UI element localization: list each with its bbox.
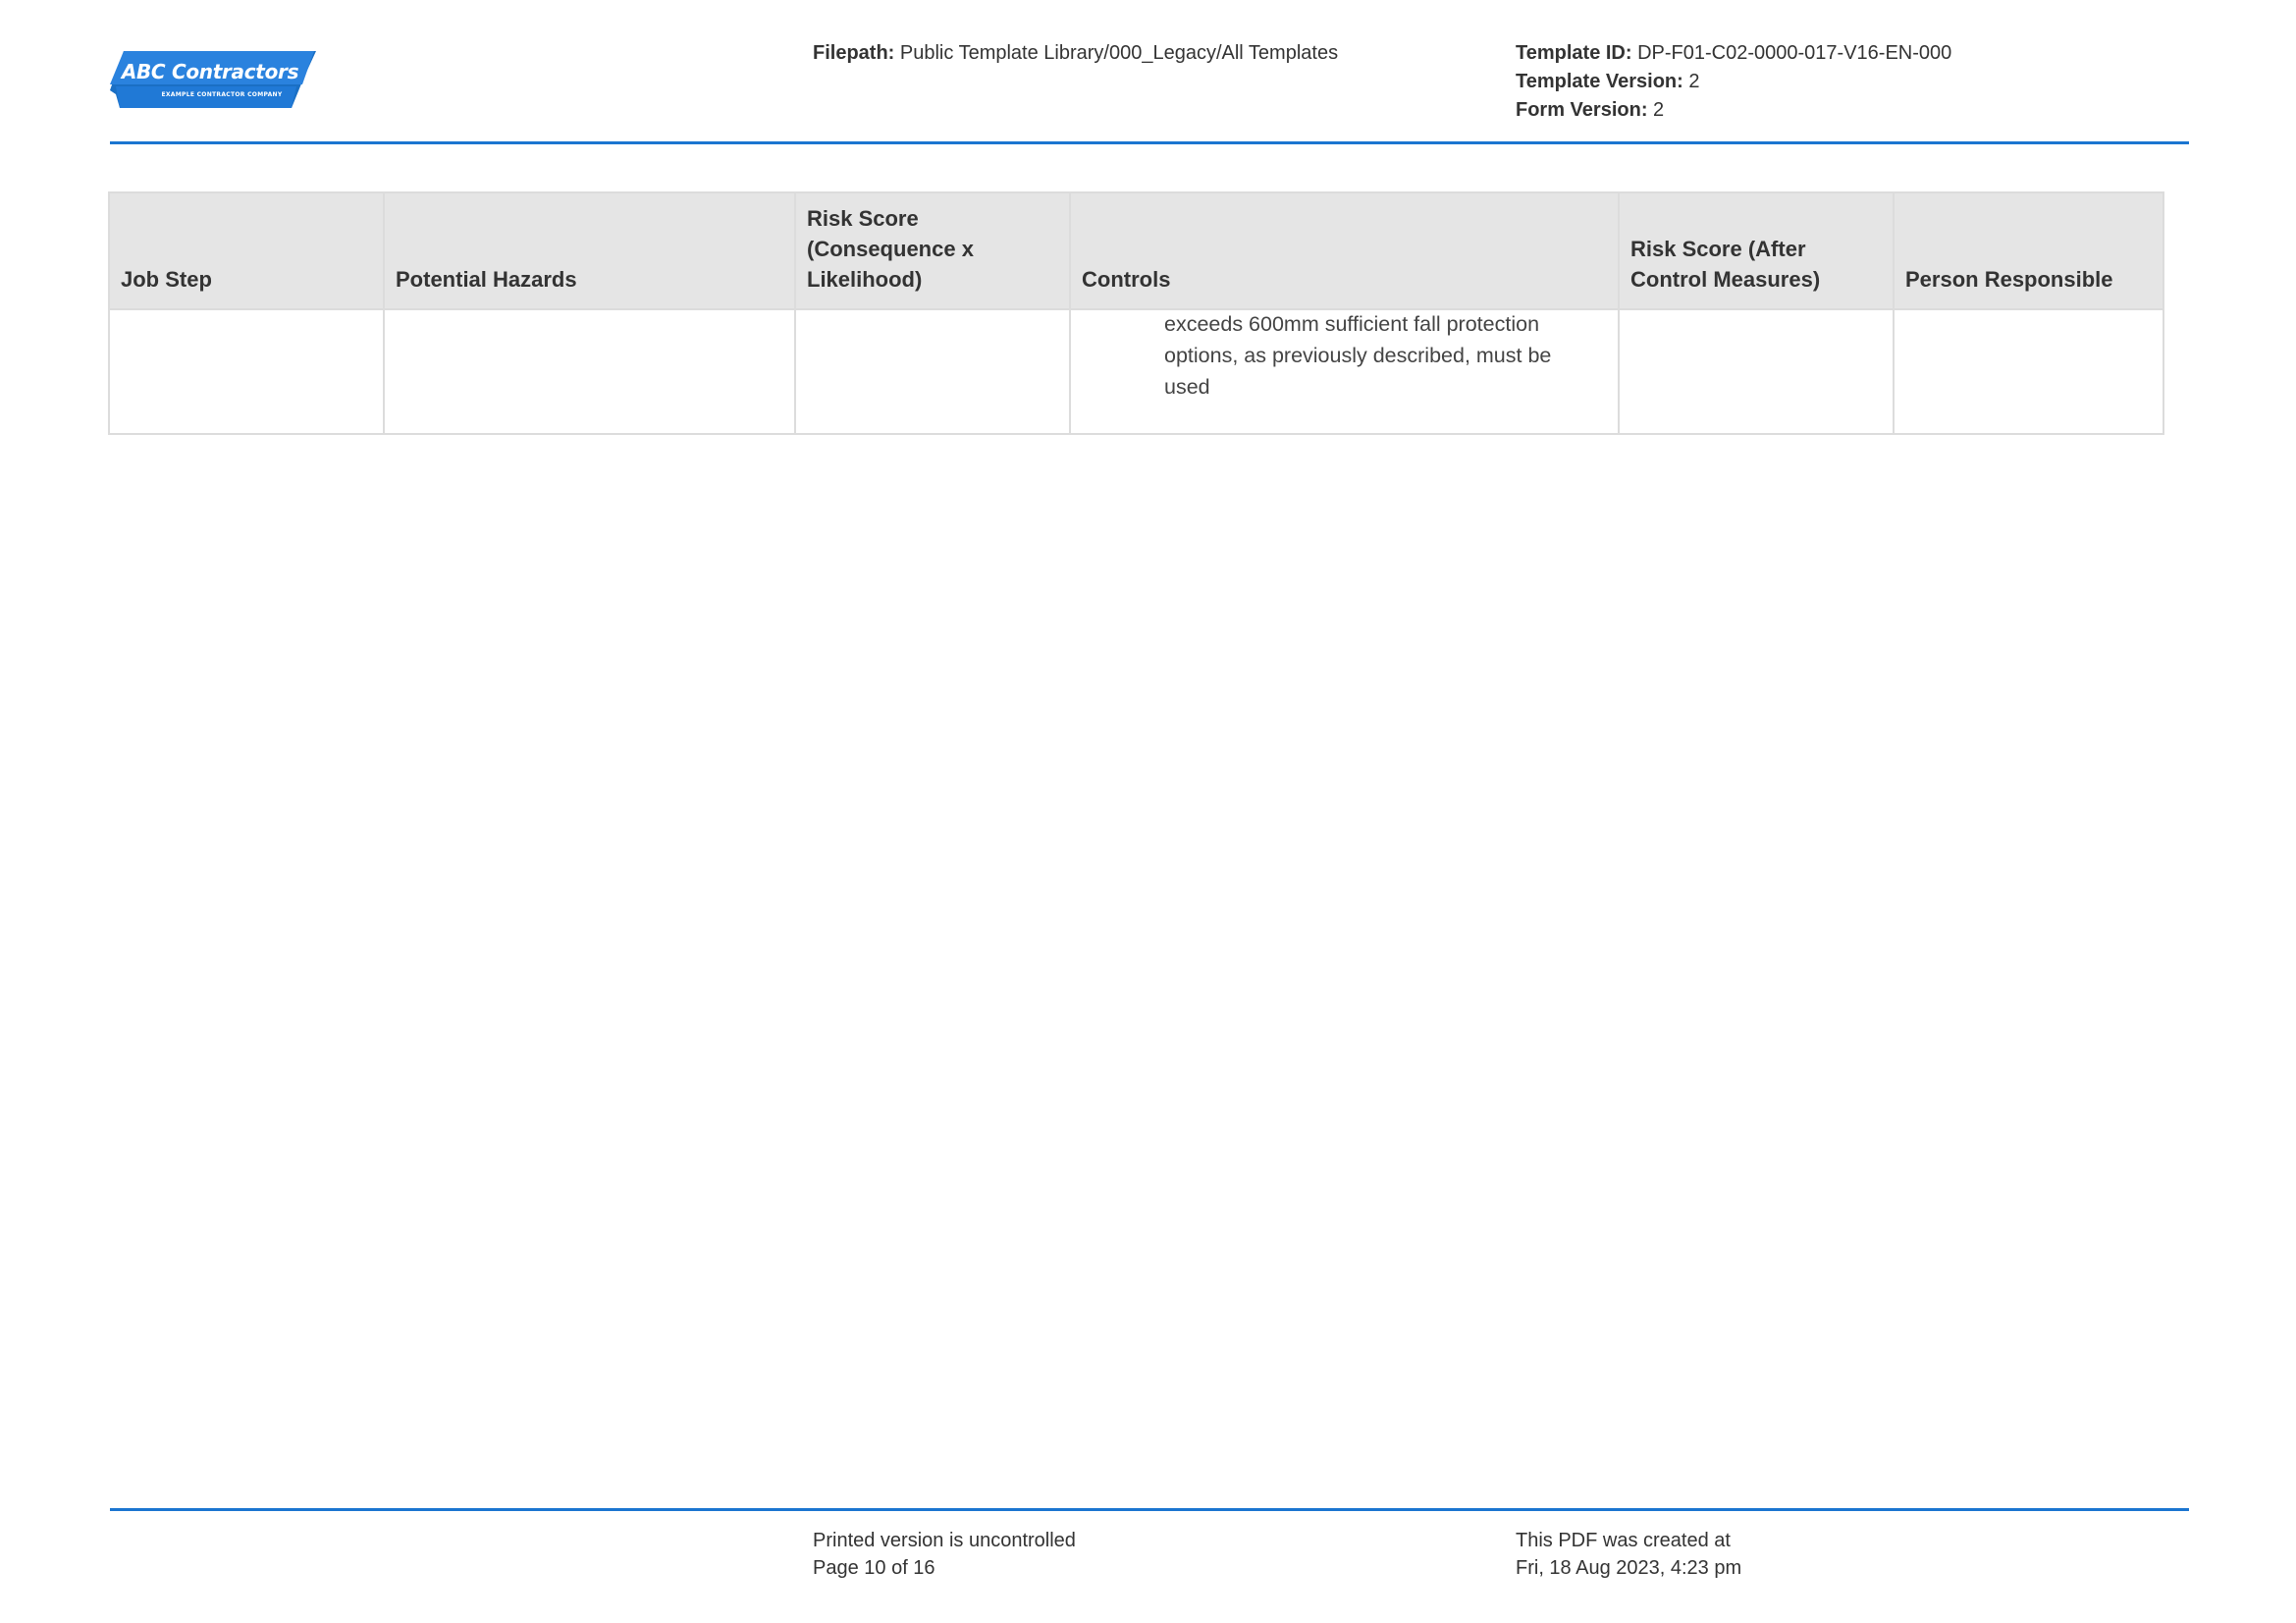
column-header-job-step: Job Step: [108, 191, 385, 310]
column-header-person-responsible: Person Responsible: [1893, 191, 2164, 310]
table-row: exceeds 600mm sufficient fall protection…: [108, 308, 2164, 435]
risk-assessment-table: Job Step Potential Hazards Risk Score (C…: [108, 191, 2164, 435]
column-header-risk-score-after: Risk Score (After Control Measures): [1618, 191, 1895, 310]
created-date: Fri, 18 Aug 2023, 4:23 pm: [1516, 1557, 1742, 1579]
cell-risk-score-after: [1618, 308, 1895, 435]
template-version-label: Template Version:: [1516, 71, 1683, 92]
footer-right-block: This PDF was created at Fri, 18 Aug 2023…: [1516, 1527, 1741, 1582]
template-id-line: Template ID: DP-F01-C02-0000-017-V16-EN-…: [1516, 39, 1951, 68]
company-logo: ABC Contractors EXAMPLE CONTRACTOR COMPA…: [110, 51, 316, 112]
template-id-label: Template ID:: [1516, 42, 1632, 64]
footer-left-block: Printed version is uncontrolled Page 10 …: [813, 1527, 1076, 1582]
controls-line: used: [1164, 375, 1210, 399]
cell-controls: exceeds 600mm sufficient fall protection…: [1069, 308, 1620, 435]
template-version-line: Template Version: 2: [1516, 68, 1951, 96]
logo-title: ABC Contractors: [121, 60, 299, 83]
form-version-label: Form Version:: [1516, 99, 1648, 121]
table-header-row: Job Step Potential Hazards Risk Score (C…: [108, 191, 2164, 310]
cell-potential-hazards: [383, 308, 796, 435]
page-header: ABC Contractors EXAMPLE CONTRACTOR COMPA…: [110, 0, 2189, 145]
column-header-controls: Controls: [1069, 191, 1620, 310]
filepath-label: Filepath:: [813, 42, 895, 64]
controls-line: exceeds 600mm sufficient fall protection: [1164, 312, 1540, 336]
controls-text: exceeds 600mm sufficient fall protection…: [1082, 308, 1607, 403]
form-version-value: 2: [1653, 99, 1665, 121]
template-id-value: DP-F01-C02-0000-017-V16-EN-000: [1637, 42, 1952, 64]
column-header-risk-score: Risk Score (Consequence x Likelihood): [794, 191, 1071, 310]
cell-person-responsible: [1893, 308, 2164, 435]
filepath-line: Filepath: Public Template Library/000_Le…: [813, 39, 1338, 68]
logo-subtitle: EXAMPLE CONTRACTOR COMPANY: [161, 91, 283, 98]
uncontrolled-note: Printed version is uncontrolled: [813, 1530, 1076, 1551]
form-version-line: Form Version: 2: [1516, 96, 1951, 125]
footer-divider: [110, 1508, 2189, 1511]
controls-line: options, as previously described, must b…: [1164, 344, 1552, 367]
created-label: This PDF was created at: [1516, 1530, 1731, 1551]
header-divider: [110, 141, 2189, 144]
page-number: Page 10 of 16: [813, 1557, 935, 1579]
filepath-value: Public Template Library/000_Legacy/All T…: [899, 42, 1339, 64]
cell-job-step: [108, 308, 385, 435]
cell-risk-score: [794, 308, 1071, 435]
column-header-potential-hazards: Potential Hazards: [383, 191, 796, 310]
template-version-value: 2: [1688, 71, 1700, 92]
template-info-block: Template ID: DP-F01-C02-0000-017-V16-EN-…: [1516, 39, 1951, 125]
filepath-block: Filepath: Public Template Library/000_Le…: [813, 39, 1338, 68]
